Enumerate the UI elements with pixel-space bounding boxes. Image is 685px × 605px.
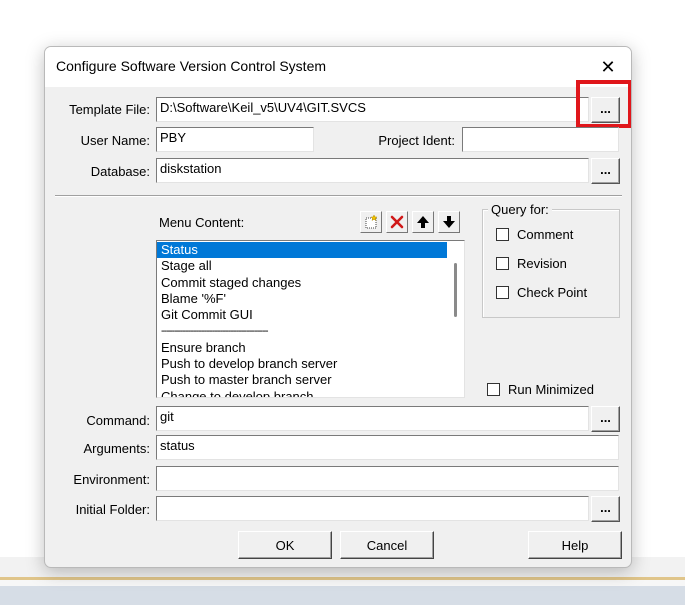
initial-folder-browse-button[interactable]: ... — [591, 496, 620, 522]
revision-checkbox-row[interactable]: Revision — [496, 256, 567, 271]
list-item[interactable]: Change to develop branch — [157, 389, 448, 397]
cancel-button[interactable]: Cancel — [340, 531, 434, 559]
initial-folder-label: Initial Folder: — [75, 502, 150, 517]
revision-checkbox-label: Revision — [517, 256, 567, 271]
list-item[interactable]: Blame '%F' — [157, 291, 448, 307]
query-for-title: Query for: — [488, 202, 552, 217]
title-bar: Configure Software Version Control Syste… — [45, 47, 631, 87]
database-browse-button[interactable]: ... — [591, 158, 620, 184]
project-ident-label: Project Ident: — [378, 133, 455, 148]
close-button[interactable]: ✕ — [585, 47, 631, 87]
move-up-button[interactable] — [412, 211, 434, 233]
environment-label: Environment: — [73, 472, 150, 487]
dialog-title: Configure Software Version Control Syste… — [56, 58, 327, 74]
initial-folder-field[interactable] — [156, 496, 589, 521]
menu-content-list[interactable]: Status Stage all Commit staged changes B… — [156, 240, 465, 398]
menu-content-label: Menu Content: — [159, 215, 245, 230]
new-item-button[interactable] — [360, 211, 382, 233]
template-file-browse-button[interactable]: ... — [591, 97, 620, 123]
comment-checkbox-row[interactable]: Comment — [496, 227, 573, 242]
list-item[interactable]: Commit staged changes — [157, 275, 448, 291]
database-field[interactable]: diskstation — [156, 158, 589, 183]
arguments-label: Arguments: — [83, 441, 150, 456]
configure-svcs-dialog: Configure Software Version Control Syste… — [44, 46, 632, 568]
run-minimized-checkbox[interactable] — [487, 383, 500, 396]
user-name-label: User Name: — [80, 133, 150, 148]
run-minimized-label: Run Minimized — [508, 382, 594, 397]
help-button[interactable]: Help — [528, 531, 622, 559]
database-label: Database: — [90, 164, 150, 179]
list-item[interactable]: Stage all — [157, 258, 448, 274]
new-item-icon — [365, 214, 378, 229]
ok-button[interactable]: OK — [238, 531, 332, 559]
check-point-checkbox[interactable] — [496, 286, 509, 299]
command-field[interactable]: git — [156, 406, 589, 431]
run-minimized-row[interactable]: Run Minimized — [487, 382, 594, 397]
check-point-checkbox-label: Check Point — [517, 285, 588, 300]
revision-checkbox[interactable] — [496, 257, 509, 270]
delete-icon — [390, 215, 404, 229]
scrollbar-thumb[interactable] — [454, 263, 457, 317]
list-item[interactable]: Push to master branch server — [157, 372, 448, 388]
command-label: Command: — [86, 413, 150, 428]
user-name-field[interactable]: PBY — [156, 127, 314, 152]
close-icon: ✕ — [600, 56, 616, 77]
move-up-icon — [417, 216, 429, 228]
separator — [55, 195, 622, 197]
template-file-label: Template File: — [69, 102, 150, 117]
move-down-button[interactable] — [438, 211, 460, 233]
list-item[interactable]: Git Commit GUI — [157, 307, 448, 323]
command-browse-button[interactable]: ... — [591, 406, 620, 432]
move-down-icon — [443, 216, 455, 228]
list-item-separator[interactable]: ---------------------------------------- — [157, 323, 448, 339]
template-file-field[interactable]: D:\Software\Keil_v5\UV4\GIT.SVCS — [156, 97, 589, 122]
check-point-checkbox-row[interactable]: Check Point — [496, 285, 587, 300]
list-item[interactable]: Push to develop branch server — [157, 356, 448, 372]
list-scrollbar[interactable] — [447, 241, 464, 397]
list-item[interactable]: Status — [157, 242, 448, 259]
taskbar-area — [0, 586, 685, 605]
list-item[interactable]: Ensure branch — [157, 340, 448, 356]
comment-checkbox-label: Comment — [517, 227, 574, 242]
delete-item-button[interactable] — [386, 211, 408, 233]
project-ident-field[interactable] — [462, 127, 619, 152]
environment-field[interactable] — [156, 466, 619, 491]
comment-checkbox[interactable] — [496, 228, 509, 241]
arguments-field[interactable]: status — [156, 435, 619, 460]
